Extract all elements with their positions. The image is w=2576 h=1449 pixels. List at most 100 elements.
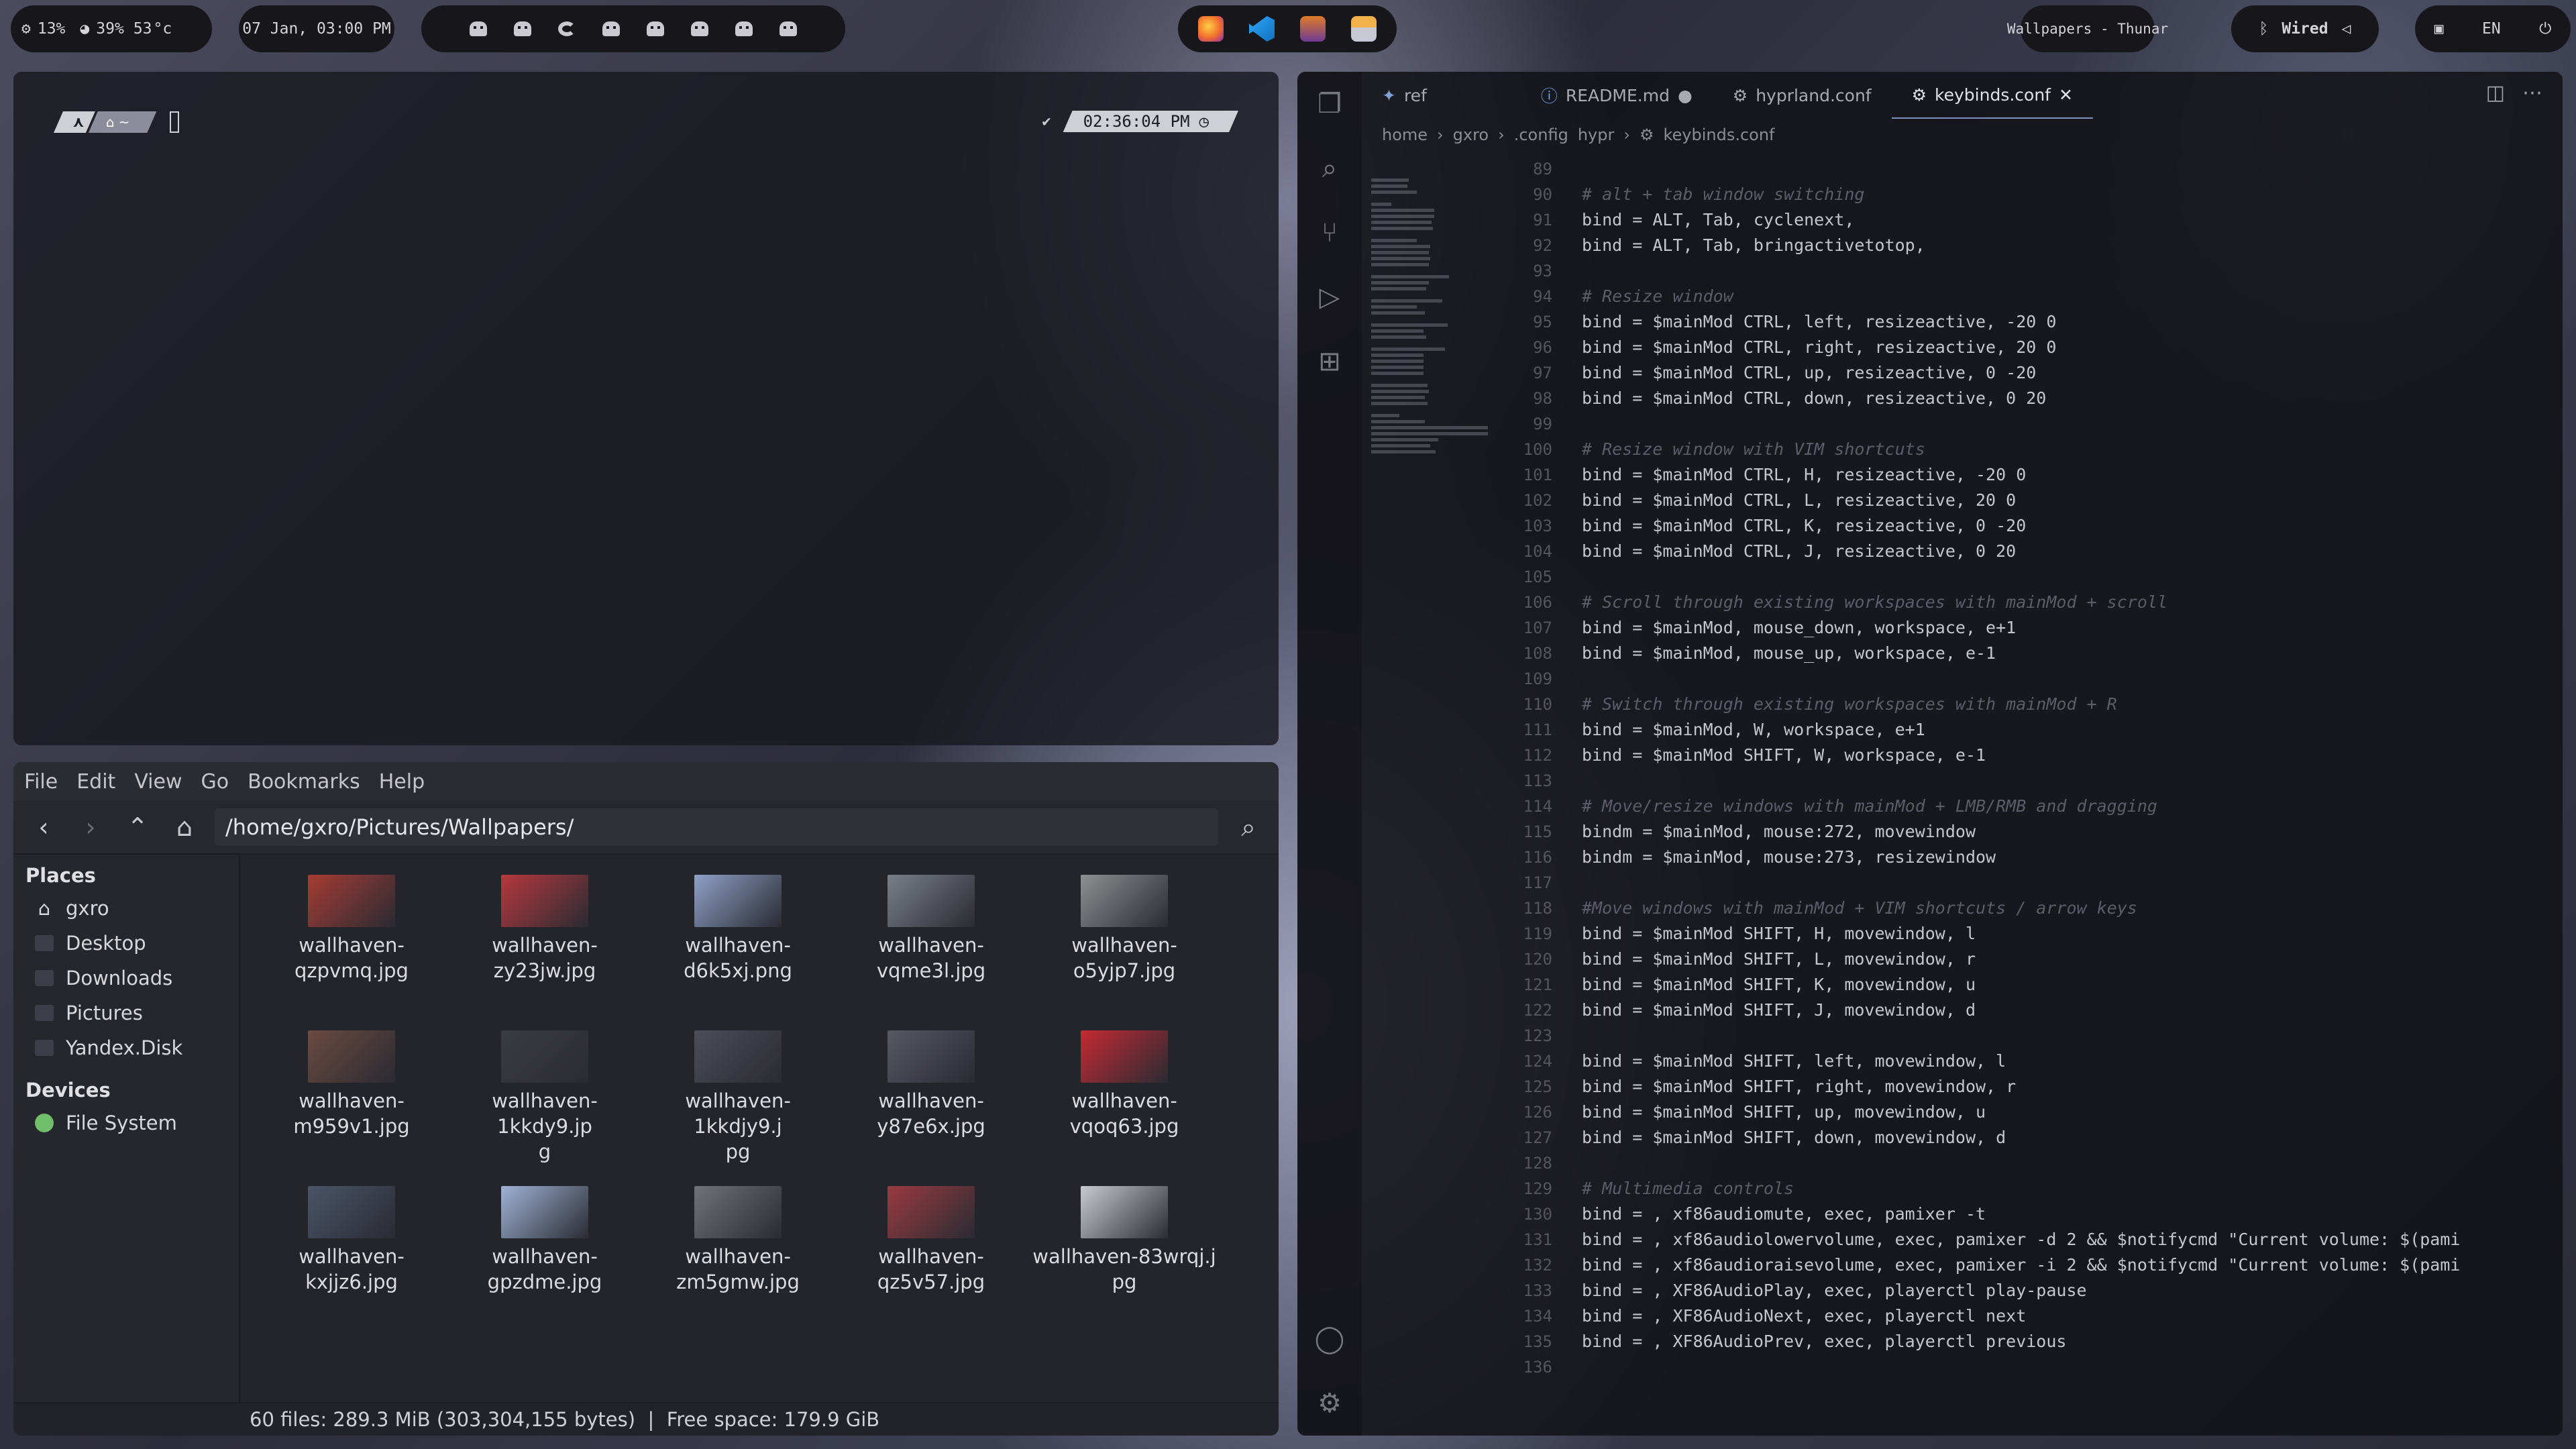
menu-view[interactable]: View [134, 770, 182, 794]
home-icon: ⌂ [38, 897, 51, 920]
file-item[interactable]: wallhaven-qzpvmq.jpg [255, 875, 448, 983]
menu-go[interactable]: Go [201, 770, 229, 794]
line-number: 129 [1523, 1179, 1552, 1198]
breadcrumb-item[interactable]: home [1382, 125, 1428, 144]
account-icon[interactable]: ◯ [1297, 1307, 1362, 1371]
vscode-icon[interactable] [1249, 16, 1275, 42]
minimap[interactable] [1371, 172, 1499, 588]
file-item[interactable]: wallhaven-y87e6x.jpg [835, 1030, 1028, 1139]
workspace-8-ghost-icon[interactable] [780, 21, 797, 36]
breadcrumb-item[interactable]: hypr [1578, 125, 1615, 144]
workspace-7-ghost-icon[interactable] [735, 21, 753, 36]
language-indicator[interactable]: EN [2482, 20, 2501, 38]
file-item[interactable]: wallhaven-zm5gmw.jpg [641, 1186, 835, 1295]
power-icon[interactable]: ⏻ [2539, 20, 2551, 38]
menu-edit[interactable]: Edit [76, 770, 115, 794]
file-item[interactable]: wallhaven-1kkdjy9.j pg [641, 1030, 835, 1165]
file-item[interactable]: wallhaven-gpzdme.jpg [448, 1186, 641, 1295]
forward-button[interactable]: › [67, 804, 114, 851]
thumbnail-image [1081, 1030, 1168, 1083]
minimap-line [1371, 323, 1448, 327]
parent-folder-button[interactable]: ⌃ [114, 804, 161, 851]
split-editor-icon[interactable]: ◫ [2486, 81, 2505, 105]
workspace-4-ghost-icon[interactable] [602, 21, 620, 36]
workspace-3-pacman-icon[interactable] [558, 21, 576, 36]
file-item[interactable]: wallhaven-kxjjz6.jpg [255, 1186, 448, 1295]
menu-help[interactable]: Help [379, 770, 425, 794]
minimap-line [1371, 178, 1409, 182]
sidebar-item-gxro[interactable]: ⌂ gxro [13, 891, 239, 926]
file-item[interactable]: wallhaven-83wrqj.j pg [1028, 1186, 1221, 1295]
line-number: 95 [1533, 313, 1552, 331]
file-item[interactable]: wallhaven-qz5v57.jpg [835, 1186, 1028, 1295]
code-line: bind = , XF86AudioPrev, exec, playerctl … [1582, 1332, 2067, 1351]
wallpaper-icon[interactable]: ▣ [2434, 20, 2444, 38]
file-name-line2: zm5gmw.jpg [676, 1271, 800, 1293]
code-text[interactable]: # alt + tab window switching bind = ALT, … [1582, 156, 2563, 1380]
downloads-folder-icon [35, 970, 54, 986]
minimap-line [1371, 372, 1424, 375]
settings-gear-icon[interactable]: ⚙ [1297, 1371, 1362, 1436]
chevron-right-icon: › [1623, 125, 1630, 144]
breadcrumb-item[interactable]: .config [1514, 125, 1568, 144]
workspace-2-ghost-icon[interactable] [514, 21, 531, 36]
code-line: bind = $mainMod SHIFT, H, movewindow, l [1582, 924, 1976, 943]
network-label[interactable]: Wired [2282, 20, 2328, 38]
close-icon[interactable]: ✕ [2059, 85, 2073, 105]
run-debug-icon[interactable]: ▷ [1297, 265, 1362, 329]
file-item[interactable]: wallhaven-zy23jw.jpg [448, 875, 641, 983]
file-name-line2: zy23jw.jpg [493, 959, 596, 982]
sidebar-item-pictures[interactable]: Pictures [13, 996, 239, 1030]
file-item[interactable]: wallhaven-vqoq63.jpg [1028, 1030, 1221, 1139]
file-item[interactable]: wallhaven-d6k5xj.png [641, 875, 835, 983]
terminal-window[interactable]: ⋏ ⌂ ~ ✔ 02:36:04 PM ◷ [13, 72, 1279, 745]
file-item[interactable]: wallhaven-vqme3l.jpg [835, 875, 1028, 983]
file-item[interactable]: wallhaven-m959v1.jpg [255, 1030, 448, 1139]
line-number: 94 [1533, 287, 1552, 306]
file-item[interactable]: wallhaven-1kkdy9.jp g [448, 1030, 641, 1165]
minimap-line [1371, 209, 1434, 212]
breadcrumb-item[interactable]: keybinds.conf [1663, 125, 1774, 144]
sidebar-item-yandex-disk[interactable]: Yandex.Disk [13, 1030, 239, 1065]
tab-hyprland-conf[interactable]: ⚙ hyprland.conf [1713, 72, 1892, 119]
line-number: 105 [1523, 568, 1552, 586]
search-icon[interactable]: ⌕ [1297, 136, 1362, 201]
inkscape-icon[interactable] [1300, 16, 1326, 42]
workspace-6-ghost-icon[interactable] [691, 21, 708, 36]
files-icon[interactable] [1351, 16, 1377, 42]
bluetooth-icon[interactable]: ᛒ [2259, 20, 2269, 38]
source-control-icon[interactable]: ⑂ [1297, 201, 1362, 265]
workspace-5-ghost-icon[interactable] [647, 21, 664, 36]
more-actions-icon[interactable]: ⋯ [2522, 81, 2542, 105]
sidebar-item-downloads[interactable]: Downloads [13, 961, 239, 996]
extensions-icon[interactable]: ⊞ [1297, 329, 1362, 394]
search-button[interactable]: ⌕ [1225, 804, 1272, 851]
home-button[interactable]: ⌂ [161, 804, 208, 851]
clock-pill[interactable]: 07 Jan, 03:00 PM [239, 5, 394, 52]
sidebar-item-desktop[interactable]: Desktop [13, 926, 239, 961]
volume-mute-icon[interactable]: ◁ [2342, 20, 2351, 38]
firefox-icon[interactable] [1198, 16, 1224, 42]
location-bar[interactable]: /home/gxro/Pictures/Wallpapers/ [215, 808, 1218, 846]
tab-readme[interactable]: ⓘ README.md ● [1521, 72, 1713, 119]
file-name-line1: wallhaven- [685, 934, 791, 957]
menu-file[interactable]: File [24, 770, 58, 794]
explorer-icon[interactable]: ❐ [1297, 72, 1362, 136]
minimap-line [1371, 384, 1428, 387]
tab-ref[interactable]: ✦ ref [1362, 72, 1447, 119]
line-number: 117 [1523, 873, 1552, 892]
menu-bookmarks[interactable]: Bookmarks [248, 770, 360, 794]
sidebar-item-file-system[interactable]: File System [13, 1106, 239, 1140]
back-button[interactable]: ‹ [20, 804, 67, 851]
code-line: bind = , xf86audioraisevolume, exec, pam… [1582, 1255, 2461, 1275]
breadcrumb-item[interactable]: gxro [1453, 125, 1489, 144]
minimap-line [1371, 257, 1430, 260]
minimap-line [1371, 426, 1488, 429]
line-number: 98 [1533, 389, 1552, 408]
file-item[interactable]: wallhaven-o5yjp7.jpg [1028, 875, 1221, 983]
gear-icon: ⚙ [1639, 125, 1654, 144]
workspace-1-ghost-icon[interactable] [470, 21, 487, 36]
tab-keybinds-conf[interactable]: ⚙ keybinds.conf ✕ [1891, 72, 2093, 119]
